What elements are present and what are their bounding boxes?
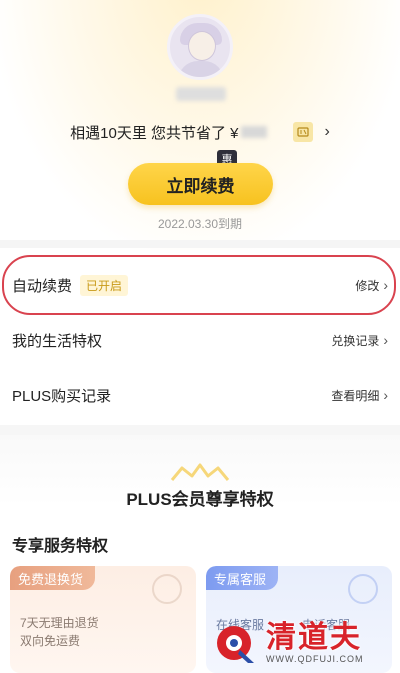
renew-button[interactable]: 立即续费 [128,163,273,205]
free-return-tag: 免费退换货 [10,566,96,590]
savings-summary[interactable]: 相遇10天里 您共节省了 ¥ › [0,120,400,144]
headset-icon [348,574,378,604]
plus-section-title: PLUS会员尊享特权 [126,490,274,509]
savings-text: 相遇10天里 您共节省了 ¥ [70,124,239,142]
watermark: 清道夫 WWW.QDFUJI.COM [210,612,400,673]
coupon-icon [292,122,313,142]
plus-purchase-label: PLUS购买记录 [12,387,112,405]
chevron-right-icon: › [383,277,388,293]
life-privileges-label: 我的生活特权 [12,332,103,350]
plus-purchase-row[interactable]: PLUS购买记录 查看明细 › [0,370,400,420]
watermark-name: 清道夫 [266,620,362,654]
auto-renew-label: 自动续费 [12,277,73,295]
chevron-right-icon: › [324,123,330,140]
redeem-records-link[interactable]: 兑换记录 › [331,332,388,349]
exclusive-service-title: 专享服务特权 [12,538,109,555]
auto-renew-status-badge: 已开启 [80,274,129,296]
auto-renew-modify-label: 修改 [355,278,380,293]
view-details-link[interactable]: 查看明细 › [331,387,388,404]
chevron-right-icon: › [383,387,388,403]
view-details-label: 查看明细 [331,388,380,403]
auto-renew-row[interactable]: 自动续费 已开启 修改 › [0,260,400,310]
section-divider [0,240,400,248]
free-return-card[interactable]: 免费退换货 7天无理由退货 双向免运费 [10,566,196,673]
chevron-right-icon: › [383,332,388,348]
return-icon [152,574,182,604]
avatar-face [188,31,216,61]
redeem-records-label: 兑换记录 [331,333,380,348]
free-return-line-2: 双向免运费 [20,634,81,648]
username-blurred [176,87,226,101]
savings-amount-blurred [240,126,267,138]
watermark-logo-icon [217,625,254,663]
exclusive-service-tag: 专属客服 [206,566,279,590]
free-return-line-1: 7天无理由退货 [20,616,99,630]
life-privileges-row[interactable]: 我的生活特权 兑换记录 › [0,315,400,365]
section-divider [0,425,400,435]
expiry-date: 2022.03.30到期 [157,217,243,231]
watermark-url: WWW.QDFUJI.COM [266,653,364,664]
crown-icon [170,463,230,481]
avatar[interactable] [167,14,233,80]
auto-renew-modify[interactable]: 修改 › [355,277,388,294]
